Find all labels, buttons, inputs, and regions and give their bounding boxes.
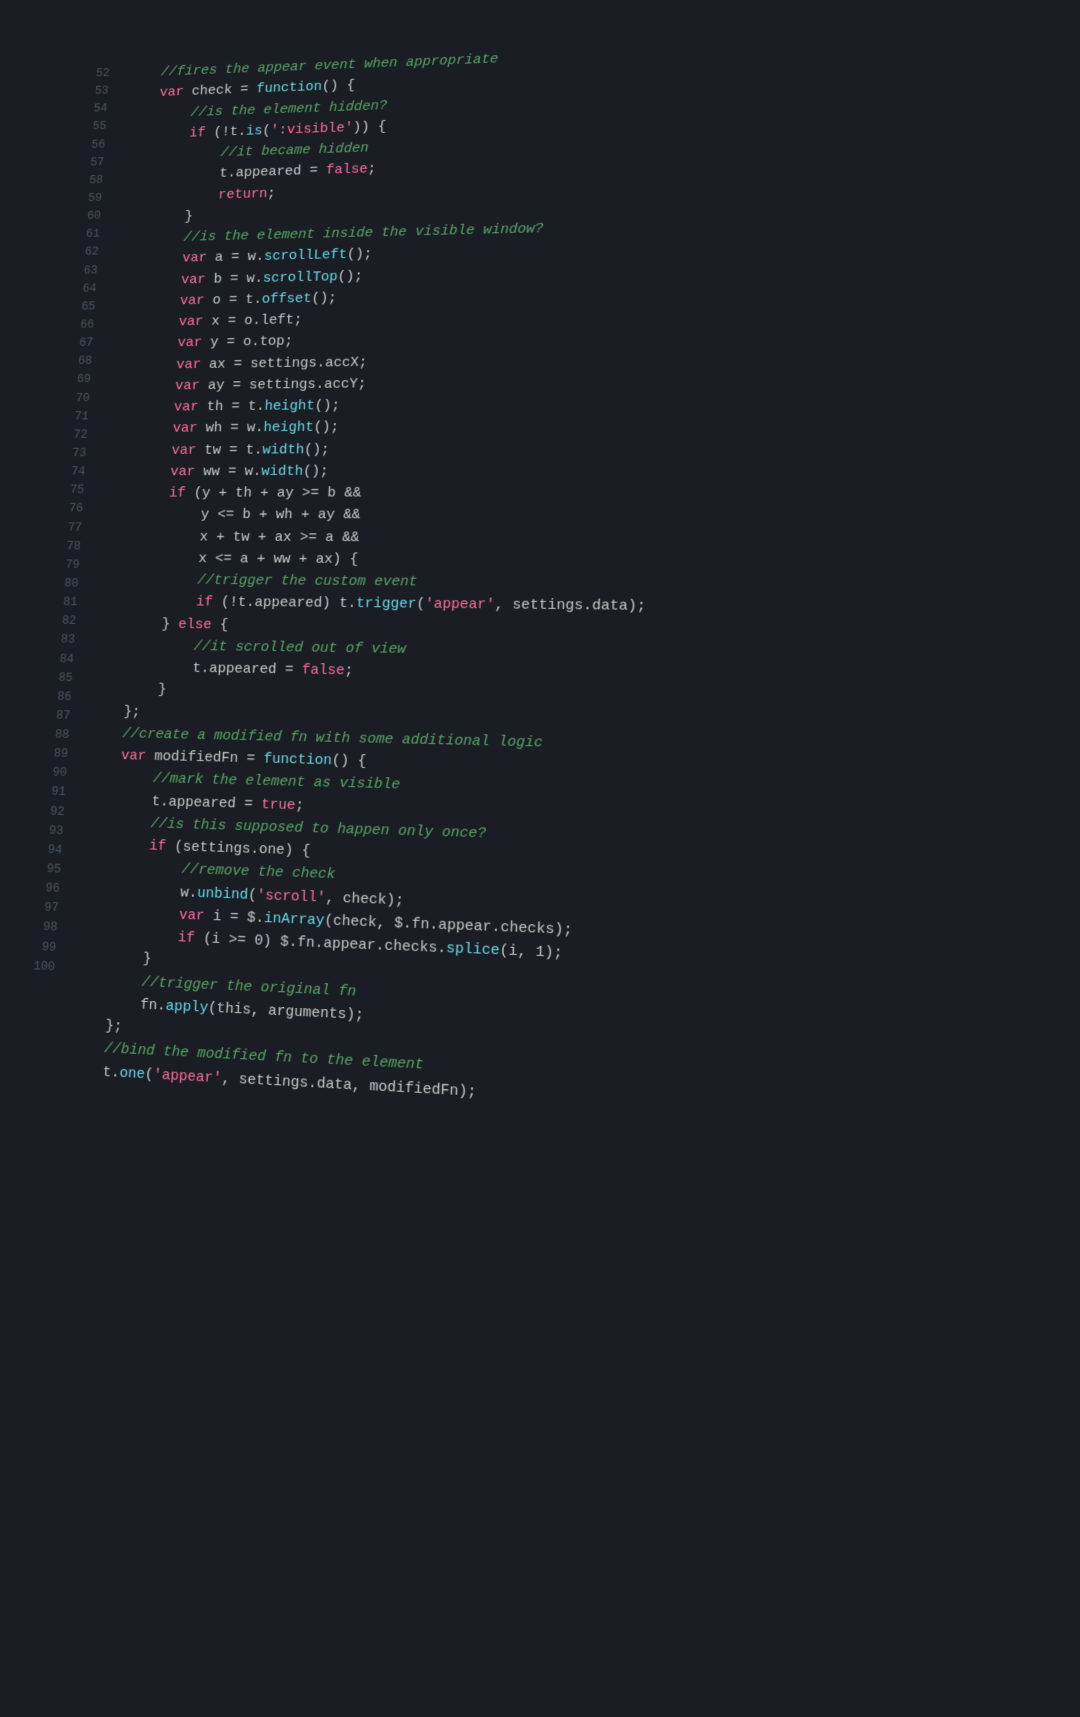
line-number: 67 [72, 334, 94, 353]
line-number: 84 [52, 649, 74, 668]
line-number: 58 [82, 171, 104, 190]
line-number: 77 [60, 518, 82, 537]
line-number: 94 [40, 840, 63, 860]
line-number: 83 [53, 631, 75, 650]
line-number: 74 [64, 463, 86, 482]
line-number: 65 [74, 298, 96, 317]
line-number: 99 [34, 937, 57, 957]
line-number: 64 [75, 279, 97, 298]
line-number: 86 [50, 687, 72, 706]
line-number: 91 [44, 782, 66, 802]
line-number: 78 [59, 537, 81, 556]
line-number: 87 [49, 706, 71, 725]
line-number: 75 [63, 481, 85, 500]
line-number: 85 [51, 668, 73, 687]
code-line: var ww = w.width(); [104, 458, 1080, 483]
line-number: 56 [84, 135, 106, 154]
line-number: 90 [45, 763, 67, 783]
line-number: 96 [38, 879, 61, 899]
line-number: 76 [61, 500, 83, 519]
line-number: 72 [66, 426, 88, 445]
line-number: 60 [80, 207, 102, 226]
line-number: 93 [41, 821, 64, 841]
line-number: 69 [70, 370, 92, 389]
line-number: 66 [73, 316, 95, 335]
line-number: 82 [54, 612, 76, 631]
line-number: 98 [35, 918, 58, 938]
code-line: y <= b + wh + ay && [102, 504, 1080, 528]
line-number: 53 [87, 82, 109, 101]
line-number: 88 [47, 725, 69, 745]
code-editor: 5253545556575859606162636465666768697071… [0, 14, 1080, 1716]
line-number: 73 [65, 444, 87, 463]
line-number: 70 [68, 389, 90, 408]
line-number: 81 [56, 593, 78, 612]
line-number: 89 [46, 744, 68, 764]
code-line: if (y + th + ay >= b && [103, 481, 1080, 504]
line-number: 80 [57, 574, 79, 593]
line-number: 92 [43, 802, 65, 822]
line-number: 59 [81, 189, 103, 208]
line-number: 54 [86, 100, 108, 119]
line-number: 62 [77, 243, 99, 262]
line-number: 95 [39, 859, 62, 879]
code-area: //fires the appear event when appropriat… [28, 14, 1080, 1716]
line-number: 52 [89, 64, 111, 83]
line-number: 63 [76, 261, 98, 280]
line-number: 79 [58, 556, 80, 575]
line-number: 100 [33, 956, 56, 976]
line-number: 61 [79, 225, 101, 244]
line-number: 97 [37, 898, 60, 918]
line-number: 68 [71, 352, 93, 371]
line-number: 57 [83, 153, 105, 172]
line-number: 55 [85, 118, 107, 137]
line-number: 71 [67, 407, 89, 426]
